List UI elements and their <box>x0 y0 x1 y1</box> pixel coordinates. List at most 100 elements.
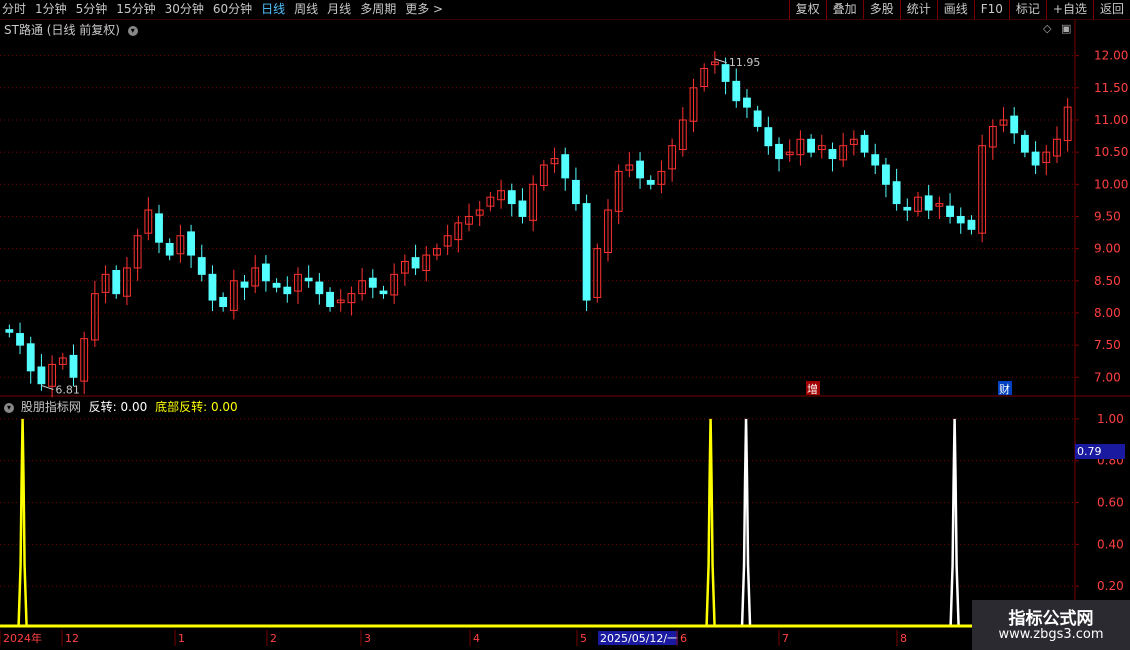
candles <box>5 51 1072 398</box>
chevron-down-icon[interactable]: ▾ <box>4 402 14 413</box>
candle-body <box>1010 115 1019 134</box>
stock-mode: (日线 前复权) <box>46 23 120 37</box>
date-tick-label: 3 <box>364 632 371 645</box>
dibu-spike <box>17 418 28 627</box>
tab-fenshi[interactable]: 分时 <box>2 0 26 19</box>
candle-body <box>433 248 441 256</box>
event-badge <box>806 381 820 395</box>
price-tick-label: 12.00 <box>1094 49 1128 63</box>
price-tick-label: 10.00 <box>1094 177 1128 191</box>
candle-body <box>411 257 420 269</box>
low-marker-label: 6.81 <box>55 383 80 396</box>
price-tick-label: 7.00 <box>1094 370 1121 384</box>
event-badge-label: 财 <box>999 382 1010 396</box>
price-tick-label: 9.00 <box>1094 242 1121 256</box>
overlay-button[interactable]: 叠加 <box>825 0 863 19</box>
price-tick-label: 8.50 <box>1094 274 1121 288</box>
dibu-value: 0.00 <box>210 400 238 414</box>
date-highlight-box <box>598 631 678 645</box>
candle-body <box>48 363 57 387</box>
back-button[interactable]: 返回 <box>1092 0 1130 19</box>
candle-body <box>400 260 409 274</box>
stock-name: ST路通 <box>4 23 43 37</box>
date-tick-label: 1 <box>178 632 185 645</box>
f10-button[interactable]: F10 <box>973 0 1009 19</box>
candle-body <box>443 235 452 247</box>
candle-body <box>764 127 773 147</box>
price-tick-label: 10.50 <box>1094 145 1128 159</box>
indicator-grid <box>0 418 1075 587</box>
candle-body <box>187 231 195 256</box>
candle-body <box>26 343 35 372</box>
candle-body <box>518 200 527 217</box>
candle-body <box>219 297 228 308</box>
restore-rights-button[interactable]: 复权 <box>788 0 826 19</box>
tab-monthly[interactable]: 月线 <box>327 0 351 19</box>
indicator-tick-label: 0.20 <box>1097 579 1124 593</box>
date-tick-label: 4 <box>473 632 480 645</box>
price-tick-label: 11.50 <box>1094 81 1128 95</box>
candle-body <box>668 145 677 170</box>
price-tick-label: 7.50 <box>1094 338 1121 352</box>
watermark-title: 指标公式网 <box>1008 609 1094 629</box>
layout-icon[interactable]: ▣ <box>1061 22 1071 35</box>
candle-body <box>251 267 260 287</box>
candle-body <box>817 145 826 151</box>
event-badge-label: 增 <box>807 382 818 396</box>
add-watchlist-button[interactable]: +自选 <box>1045 0 1093 19</box>
tab-daily[interactable]: 日线 <box>261 0 285 19</box>
candle-body <box>914 196 922 212</box>
diamond-icon[interactable]: ◇ <box>1043 22 1051 35</box>
low-marker-arrow <box>41 385 54 390</box>
candle-body <box>486 196 495 207</box>
fanzhuan-spike <box>949 418 960 627</box>
candle-body <box>614 170 623 212</box>
tab-15min[interactable]: 15分钟 <box>116 0 155 19</box>
tab-1min[interactable]: 1分钟 <box>35 0 67 19</box>
candle-body <box>753 110 762 127</box>
candle-body <box>871 154 880 166</box>
price-axis: 12.00 11.50 11.00 10.50 10.00 9.50 9.00 8.50 8.0… <box>1075 49 1128 384</box>
date-tick-label: 12 <box>65 632 79 645</box>
candle-body <box>924 195 933 211</box>
candle-body <box>176 235 185 255</box>
price-chart[interactable]: 12.0011.5011.0010.5010.009.509.008.508.0… <box>0 0 1130 650</box>
candle-body <box>529 183 538 221</box>
date-tick-label: 7 <box>782 632 789 645</box>
multi-stock-button[interactable]: 多股 <box>862 0 900 19</box>
tab-more[interactable]: 更多 > <box>405 0 443 19</box>
tab-5min[interactable]: 5分钟 <box>76 0 108 19</box>
candle-body <box>882 164 890 185</box>
candle-body <box>155 213 163 243</box>
candle-body <box>743 97 751 108</box>
indicator-lines <box>0 418 1000 628</box>
candle-body <box>892 181 901 205</box>
candle-body <box>37 366 46 385</box>
draw-line-button[interactable]: 画线 <box>936 0 974 19</box>
statistics-button[interactable]: 统计 <box>899 0 937 19</box>
candle-body <box>571 179 580 205</box>
candle-body <box>112 269 121 295</box>
current-value-box: 0.79 <box>1075 444 1125 459</box>
candle-body <box>368 277 377 288</box>
candle-body <box>272 282 281 288</box>
candle-body <box>358 280 367 295</box>
candle-body <box>507 190 516 205</box>
candle-body <box>689 87 698 122</box>
tab-weekly[interactable]: 周线 <box>294 0 318 19</box>
candle-body <box>539 164 548 187</box>
candle-body <box>849 138 858 145</box>
candle-body <box>390 273 399 296</box>
chevron-down-icon[interactable]: ▾ <box>127 25 138 36</box>
candle-body <box>978 145 987 234</box>
candle-body <box>561 154 570 179</box>
mark-button[interactable]: 标记 <box>1008 0 1046 19</box>
tab-multi-period[interactable]: 多周期 <box>360 0 396 19</box>
candle-body <box>465 215 473 225</box>
tab-30min[interactable]: 30分钟 <box>165 0 204 19</box>
candle-body <box>1063 106 1072 142</box>
tab-60min[interactable]: 60分钟 <box>213 0 252 19</box>
candle-body <box>721 64 730 82</box>
candle-body <box>165 242 174 256</box>
candle-body <box>475 209 484 216</box>
